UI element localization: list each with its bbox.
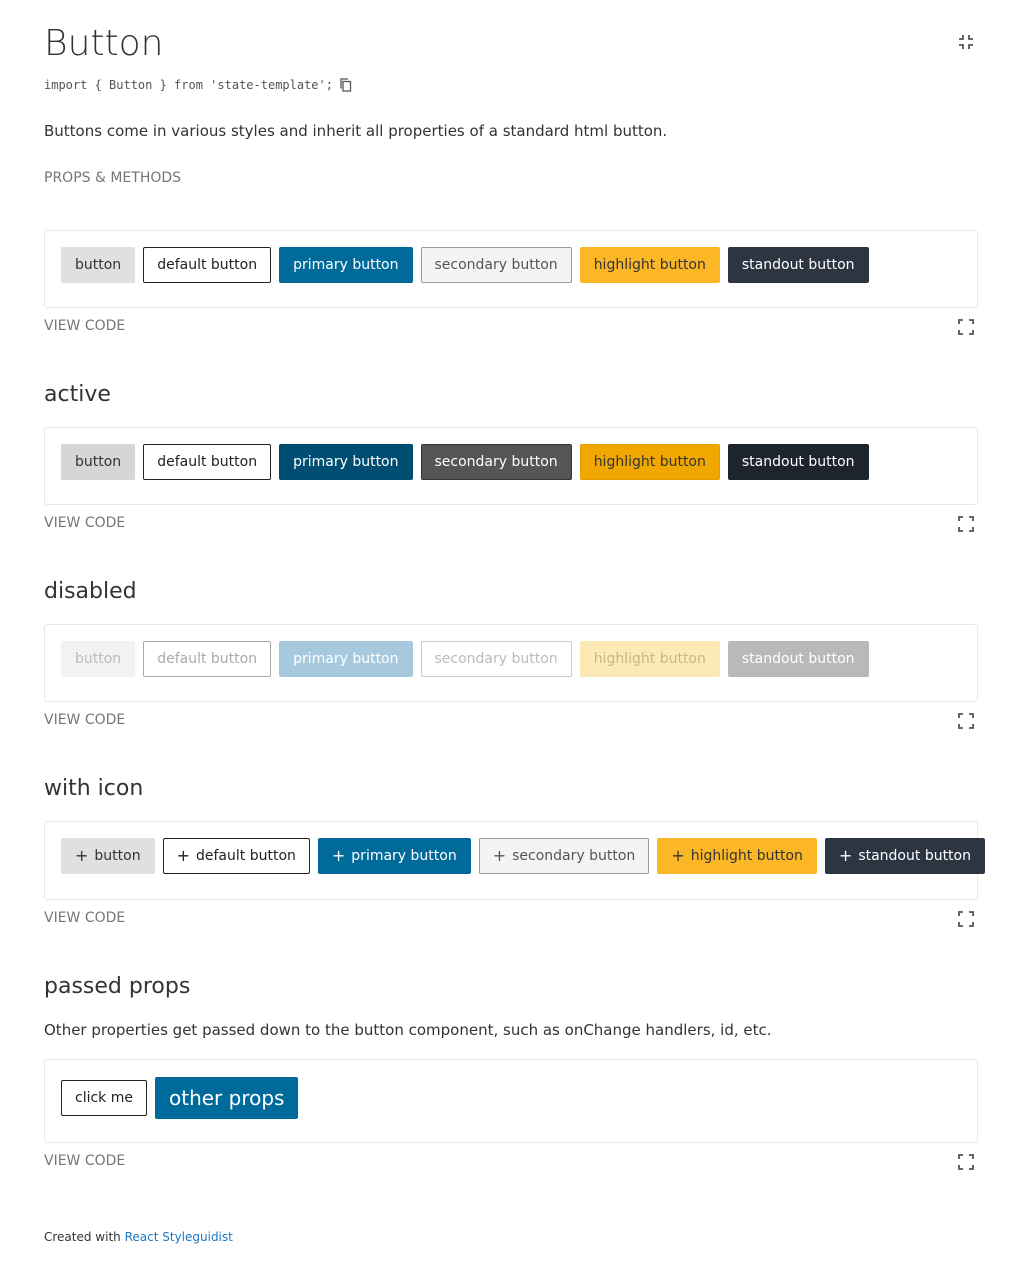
highlight-button: highlight button [579, 641, 720, 677]
default-icon-button[interactable]: + default button [162, 838, 310, 874]
expand-icon[interactable] [958, 319, 974, 335]
button-label: button [94, 848, 141, 864]
standout-button[interactable]: standout button [727, 247, 869, 283]
primary-button: primary button [279, 641, 413, 677]
footer-prefix: Created with [44, 1230, 121, 1244]
plus-icon: + [331, 846, 346, 865]
default-button[interactable]: default button [143, 444, 272, 480]
props-methods-toggle[interactable]: PROPS & METHODS [44, 170, 181, 186]
secondary-button[interactable]: secondary button [420, 247, 572, 283]
button-label: default button [196, 848, 296, 864]
default-button[interactable]: default button [143, 247, 272, 283]
view-code-toggle[interactable]: VIEW CODE [44, 712, 125, 728]
expand-icon[interactable] [958, 911, 974, 927]
plus-icon: + [838, 846, 853, 865]
button-label: standout button [858, 848, 971, 864]
import-statement: import { Button } from 'state-template'; [44, 78, 353, 92]
primary-button[interactable]: primary button [279, 247, 413, 283]
click-me-button[interactable]: click me [61, 1080, 147, 1116]
expand-icon[interactable] [958, 713, 974, 729]
view-code-toggle[interactable]: VIEW CODE [44, 910, 125, 926]
expand-icon[interactable] [958, 516, 974, 532]
plus-icon: + [176, 846, 190, 865]
section-title-disabled: disabled [44, 579, 137, 604]
import-code: import { Button } from 'state-template'; [44, 78, 333, 92]
button-label: highlight button [690, 848, 803, 864]
standout-icon-button[interactable]: + standout button [824, 838, 985, 874]
highlight-button[interactable]: highlight button [579, 247, 720, 283]
plain-button[interactable]: button [61, 444, 136, 480]
section-description: Other properties get passed down to the … [44, 1021, 772, 1039]
example-preview-disabled: button default button primary button sec… [44, 624, 978, 702]
example-preview-passed-props: click me other props [44, 1059, 978, 1143]
section-title-active: active [44, 382, 111, 407]
footer: Created with React Styleguidist [44, 1230, 233, 1244]
plain-icon-button[interactable]: + button [61, 838, 155, 874]
view-code-toggle[interactable]: VIEW CODE [44, 515, 125, 531]
view-code-toggle[interactable]: VIEW CODE [44, 1153, 125, 1169]
styleguidist-link[interactable]: React Styleguidist [125, 1230, 233, 1244]
primary-icon-button[interactable]: + primary button [317, 838, 471, 874]
button-label: secondary button [512, 848, 636, 864]
example-preview-basic: button default button primary button sec… [44, 230, 978, 308]
view-code-toggle[interactable]: VIEW CODE [44, 318, 125, 334]
secondary-icon-button[interactable]: + secondary button [478, 838, 650, 874]
section-title-with-icon: with icon [44, 776, 144, 801]
plus-icon: + [671, 846, 685, 865]
primary-button[interactable]: primary button [279, 444, 413, 480]
section-title-passed-props: passed props [44, 974, 191, 999]
plain-button[interactable]: button [61, 247, 136, 283]
highlight-button[interactable]: highlight button [579, 444, 720, 480]
standout-button: standout button [727, 641, 869, 677]
highlight-icon-button[interactable]: + highlight button [657, 838, 817, 874]
plus-icon: + [75, 846, 89, 865]
component-description: Buttons come in various styles and inher… [44, 122, 668, 140]
other-props-button[interactable]: other props [154, 1077, 299, 1119]
secondary-button: secondary button [420, 641, 572, 677]
button-label: primary button [351, 848, 457, 864]
page-title: Button [44, 23, 164, 64]
expand-icon[interactable] [958, 1154, 974, 1170]
plain-button: button [61, 641, 136, 677]
copy-icon[interactable] [339, 78, 353, 92]
default-button: default button [143, 641, 272, 677]
example-preview-with-icon: + button + default button + primary button … [44, 821, 985, 900]
secondary-button[interactable]: secondary button [420, 444, 572, 480]
example-preview-active: button default button primary button sec… [44, 427, 978, 505]
plus-icon: + [492, 846, 507, 865]
collapse-icon[interactable] [956, 32, 976, 52]
standout-button[interactable]: standout button [727, 444, 869, 480]
